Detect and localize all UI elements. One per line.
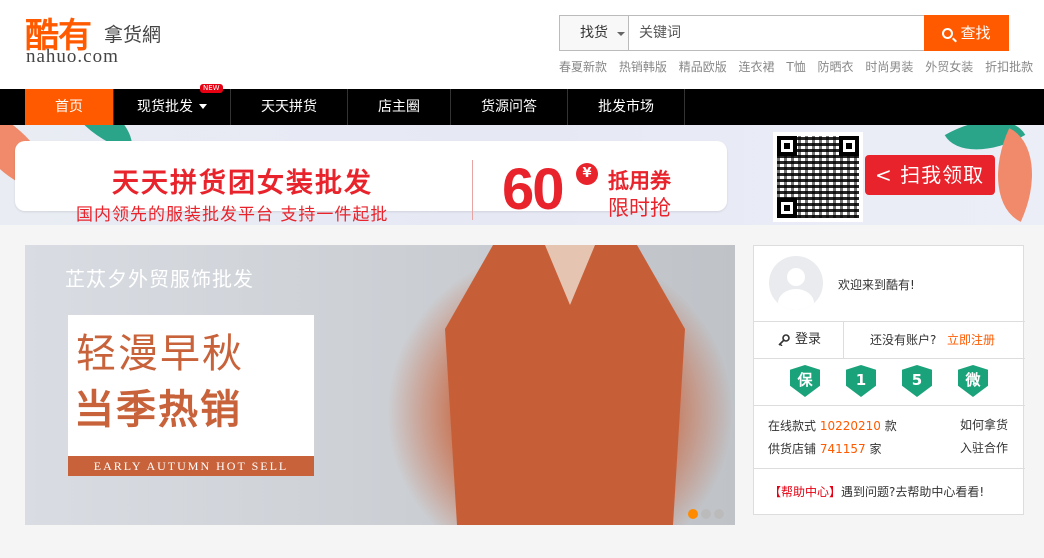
service-badges: 保 1 5 微 [754,359,1025,406]
register-link[interactable]: 立即注册 [947,322,995,358]
guarantee-icon[interactable]: 保 [790,365,820,397]
stat-stores: 供货店铺 741157 家 [768,439,882,459]
key-icon [778,334,790,346]
welcome-text: 欢迎来到酷有! [838,278,915,292]
hot-keyword[interactable]: 防晒衣 [818,60,854,74]
stat-unit: 家 [869,442,882,456]
chevron-down-icon [617,32,625,36]
search-bar: 找货 关键词 查找 [559,15,1009,51]
site-logo[interactable]: 酷有 拿货網 nahuo.com [25,8,195,68]
promo-divider [472,160,473,220]
logo-domain: nahuo.com [26,46,119,67]
nav-item-group-buy[interactable]: 天天拼货 [231,89,348,125]
nav-item-label: 货源问答 [481,99,537,115]
hero-english-tagline: EARLY AUTUMN HOT SELL [68,456,314,476]
promo-coupon-label: 抵用券 [608,169,671,193]
join-link[interactable]: 入驻合作 [960,439,1008,456]
stat-value: 741157 [819,442,866,456]
stat-online-styles: 在线款式 10220210 款 [768,416,897,436]
promo-subtitle: 国内领先的服装批发平台 支持一件起批 [76,205,389,225]
promo-banner[interactable]: 天天拼货团女装批发 国内领先的服装批发平台 支持一件起批 60 ¥ 抵用券 限时… [0,125,1044,225]
promo-title: 天天拼货团女装批发 [112,168,373,199]
one-piece-icon[interactable]: 1 [846,365,876,397]
login-button[interactable]: 登录 [754,322,844,358]
hot-keyword[interactable]: 折扣批款 [985,60,1033,74]
user-panel: 欢迎来到酷有! 登录 还没有账户? 立即注册 保 1 5 微 在线款式 1022 [753,245,1025,516]
search-button-label: 查找 [960,24,991,42]
help-text: 遇到问题?去帮助中心看看! [841,485,985,499]
main-nav: 首页 现货批发 NEW 天天拼货 店主圈 货源问答 批发市场 [0,84,1044,125]
hero-text-panel: 轻漫早秋 当季热销 [68,315,314,475]
search-category-select[interactable]: 找货 [559,15,629,51]
search-button[interactable]: 查找 [924,15,1009,51]
hot-keyword[interactable]: 精品欧版 [679,60,727,74]
no-account-text: 还没有账户? [870,333,937,347]
carousel-dot[interactable] [688,509,698,519]
hot-keyword[interactable]: 时尚男装 [865,60,913,74]
help-row: 【帮助中心】遇到问题?去帮助中心看看! [754,468,1025,516]
avatar [769,256,823,310]
logo-sub-text: 拿货網 [104,24,162,46]
hot-keywords: 春夏新款 热销韩版 精品欧版 连衣裙 T恤 防晒衣 时尚男装 外贸女装 折扣批款 [559,58,1033,75]
search-icon [942,28,954,39]
nav-item-label: 店主圈 [378,99,420,115]
carousel-dots [688,504,727,519]
hot-keyword[interactable]: 外贸女装 [925,60,973,74]
promo-amount: 60 [502,157,564,222]
stat-label: 在线款式 [768,419,817,433]
nav-item-shop-circle[interactable]: 店主圈 [348,89,451,125]
hot-keyword[interactable]: 春夏新款 [559,60,607,74]
nav-item-label: 批发市场 [598,99,654,115]
help-center-link[interactable]: 【帮助中心】 [769,485,841,499]
stat-value: 10220210 [819,419,881,433]
header: 酷有 拿货網 nahuo.com 找货 关键词 查找 春夏新款 热销韩版 精品欧… [0,0,1044,89]
login-label: 登录 [795,332,822,347]
nav-item-label: 首页 [55,99,83,115]
hot-keyword[interactable]: 热销韩版 [619,60,667,74]
carousel-dot[interactable] [701,509,711,519]
promo-card: 天天拼货团女装批发 国内领先的服装批发平台 支持一件起批 60 ¥ 抵用券 限时… [15,141,727,225]
qr-code [773,132,863,222]
nav-item-label: 现货批发 [137,99,193,115]
how-to-buy-link[interactable]: 如何拿货 [960,416,1008,433]
promo-limited-label: 限时抢 [608,196,671,220]
nav-item-wholesale[interactable]: 现货批发 NEW [114,84,231,125]
nav-item-qa[interactable]: 货源问答 [451,89,568,125]
yen-icon: ¥ [576,163,598,185]
login-row: 登录 还没有账户? 立即注册 [754,321,1025,359]
hot-keyword[interactable]: 连衣裙 [739,60,775,74]
search-input[interactable]: 关键词 [628,15,924,51]
return-icon[interactable]: 5 [902,365,932,397]
new-badge: NEW [200,84,223,93]
nav-item-market[interactable]: 批发市场 [568,89,685,125]
stat-unit: 款 [884,419,897,433]
hero-headline-2: 当季热销 [74,387,242,433]
scan-claim-button[interactable]: < 扫我领取 [865,155,995,195]
stat-label: 供货店铺 [768,442,817,456]
nav-item-home[interactable]: 首页 [25,89,114,125]
wechat-icon[interactable]: 微 [958,365,988,397]
chevron-down-icon [199,104,207,109]
hero-brand-text: 芷苁夕外贸服饰批发 [65,267,254,291]
hero-carousel[interactable]: 芷苁夕外贸服饰批发 轻漫早秋 当季热销 EARLY AUTUMN HOT SEL… [25,245,735,525]
carousel-dot[interactable] [714,509,724,519]
main-content: 芷苁夕外贸服饰批发 轻漫早秋 当季热销 EARLY AUTUMN HOT SEL… [0,225,1044,558]
hot-keyword[interactable]: T恤 [786,60,805,74]
search-category-label: 找货 [580,25,608,41]
hero-headline-1: 轻漫早秋 [76,331,244,377]
nav-item-label: 天天拼货 [261,99,317,115]
